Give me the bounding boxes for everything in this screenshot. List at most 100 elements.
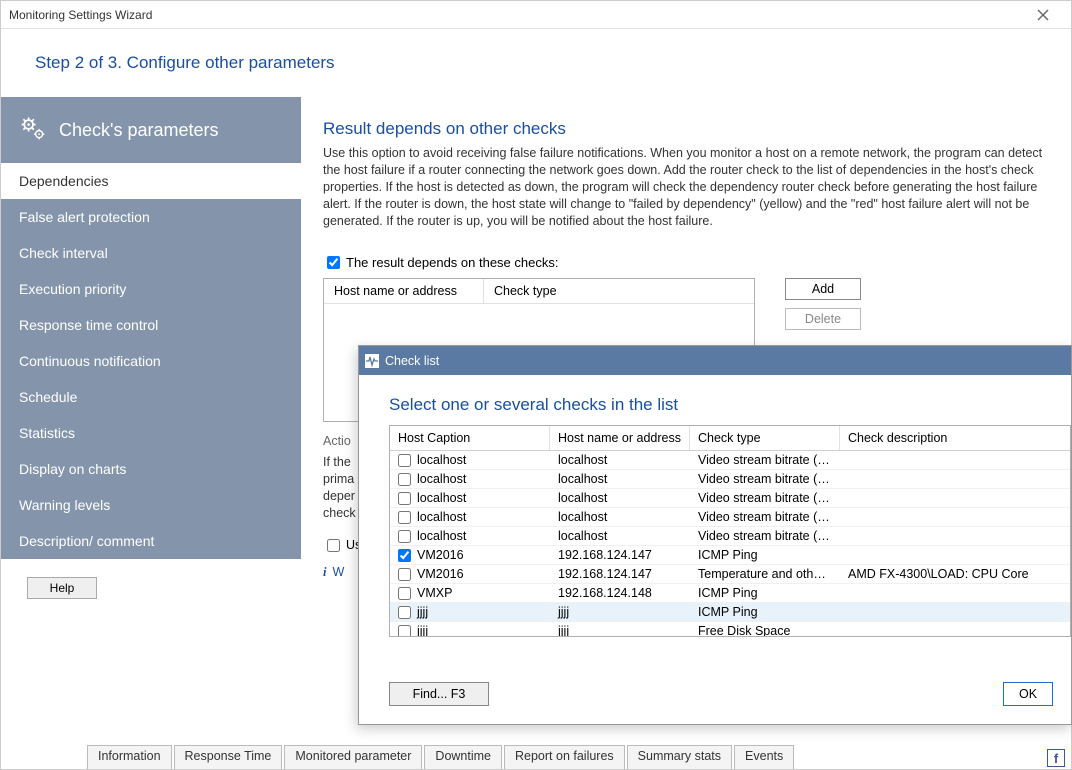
tab-summary-stats[interactable]: Summary stats [627,745,732,769]
row-checkbox[interactable] [398,473,411,486]
section-title: Result depends on other checks [323,119,1051,139]
result-depends-label: The result depends on these checks: [346,255,558,270]
sidebar-item-response-time-control[interactable]: Response time control [1,307,301,343]
section-description: Use this option to avoid receiving false… [323,145,1051,229]
sidebar-item-schedule[interactable]: Schedule [1,379,301,415]
row-host: 192.168.124.147 [550,567,690,581]
sidebar-item-false-alert-protection[interactable]: False alert protection [1,199,301,235]
help-button[interactable]: Help [27,577,97,599]
check-list-row[interactable]: VMXP192.168.124.148ICMP Ping [390,584,1070,603]
sidebar-item-check-interval[interactable]: Check interval [1,235,301,271]
titlebar: Monitoring Settings Wizard [1,1,1071,29]
row-caption: VM2016 [417,548,464,562]
dialog-titlebar: Check list [359,346,1071,375]
delete-button[interactable]: Delete [785,308,861,330]
row-checkbox[interactable] [398,568,411,581]
row-caption: localhost [417,472,466,486]
sidebar-item-statistics[interactable]: Statistics [1,415,301,451]
check-list-row[interactable]: localhostlocalhostVideo stream bitrate (… [390,451,1070,470]
row-type: ICMP Ping [690,548,840,562]
sidebar-heading-text: Check's parameters [59,120,219,141]
check-list-row[interactable]: jjjjjjjjICMP Ping [390,603,1070,622]
check-list-dialog: Check list Select one or several checks … [358,345,1072,725]
row-caption: VMXP [417,586,452,600]
info-icon: i [323,565,326,580]
dep-col-host[interactable]: Host name or address [324,279,484,303]
dialog-subtitle: Select one or several checks in the list [359,375,1071,425]
sidebar-item-dependencies[interactable]: Dependencies [1,163,301,199]
row-type: Video stream bitrate (RT... [690,529,840,543]
row-host: localhost [550,453,690,467]
row-checkbox[interactable] [398,606,411,619]
row-caption: localhost [417,453,466,467]
result-depends-checkbox-row[interactable]: The result depends on these checks: [323,253,1051,272]
tab-response-time[interactable]: Response Time [174,745,283,769]
row-host: 192.168.124.147 [550,548,690,562]
window-title: Monitoring Settings Wizard [9,8,1023,22]
dep-col-type[interactable]: Check type [484,279,754,303]
row-checkbox[interactable] [398,587,411,600]
check-list-row[interactable]: localhostlocalhostVideo stream bitrate (… [390,527,1070,546]
row-type: Free Disk Space [690,624,840,637]
row-checkbox[interactable] [398,530,411,543]
row-type: Video stream bitrate (RT... [690,491,840,505]
check-list-grid[interactable]: Host Caption Host name or address Check … [389,425,1071,637]
row-checkbox[interactable] [398,511,411,524]
col-check-type[interactable]: Check type [690,426,840,450]
sidebar-item-warning-levels[interactable]: Warning levels [1,487,301,523]
check-list-grid-body: localhostlocalhostVideo stream bitrate (… [390,451,1070,637]
ok-button[interactable]: OK [1003,682,1053,706]
check-list-row[interactable]: jjjjjjjjFree Disk Space [390,622,1070,637]
tab-information[interactable]: Information [87,745,172,769]
use-main-checkbox[interactable] [327,539,340,552]
add-button[interactable]: Add [785,278,861,300]
sidebar: Check's parameters DependenciesFalse ale… [1,97,301,769]
gears-icon [19,114,47,147]
pulse-icon [365,354,379,368]
row-host: jjjj [550,605,690,619]
row-caption: localhost [417,529,466,543]
close-icon[interactable] [1023,1,1063,29]
row-checkbox[interactable] [398,549,411,562]
row-caption: jjjj [417,605,428,619]
check-list-row[interactable]: localhostlocalhostVideo stream bitrate (… [390,508,1070,527]
row-host: 192.168.124.148 [550,586,690,600]
tab-events[interactable]: Events [734,745,794,769]
row-type: Temperature and other ... [690,567,840,581]
col-host-address[interactable]: Host name or address [550,426,690,450]
row-host: localhost [550,491,690,505]
sidebar-list: DependenciesFalse alert protectionCheck … [1,163,301,559]
sidebar-item-display-on-charts[interactable]: Display on charts [1,451,301,487]
row-desc: AMD FX-4300\LOAD: CPU Core [840,567,1070,581]
tab-downtime[interactable]: Downtime [424,745,502,769]
sidebar-item-description-comment[interactable]: Description/ comment [1,523,301,559]
tab-monitored-parameter[interactable]: Monitored parameter [284,745,422,769]
result-depends-checkbox[interactable] [327,256,340,269]
tab-report-on-failures[interactable]: Report on failures [504,745,625,769]
find-button[interactable]: Find... F3 [389,682,489,706]
sidebar-item-execution-priority[interactable]: Execution priority [1,271,301,307]
sidebar-item-continuous-notification[interactable]: Continuous notification [1,343,301,379]
dialog-title-text: Check list [385,354,439,368]
row-caption: localhost [417,491,466,505]
sidebar-heading: Check's parameters [1,97,301,163]
facebook-icon[interactable]: f [1047,749,1065,767]
row-checkbox[interactable] [398,492,411,505]
row-host: localhost [550,472,690,486]
col-check-description[interactable]: Check description [840,426,1070,450]
col-host-caption[interactable]: Host Caption [390,426,550,450]
row-checkbox[interactable] [398,454,411,467]
check-list-row[interactable]: localhostlocalhostVideo stream bitrate (… [390,470,1070,489]
row-checkbox[interactable] [398,625,411,638]
row-caption: VM2016 [417,567,464,581]
dependencies-buttons: Add Delete [785,278,861,330]
row-type: Video stream bitrate (RT... [690,510,840,524]
check-list-row[interactable]: VM2016 192.168.124.147Temperature and oth… [390,565,1070,584]
row-type: Video stream bitrate (RT... [690,472,840,486]
dependencies-grid-header: Host name or address Check type [324,279,754,304]
check-list-grid-header: Host Caption Host name or address Check … [390,426,1070,451]
check-list-row[interactable]: localhostlocalhostVideo stream bitrate (… [390,489,1070,508]
bottom-tabs: InformationResponse TimeMonitored parame… [87,745,796,769]
check-list-row[interactable]: VM2016 192.168.124.147ICMP Ping [390,546,1070,565]
wizard-step-label: Step 2 of 3. Configure other parameters [1,29,1071,97]
